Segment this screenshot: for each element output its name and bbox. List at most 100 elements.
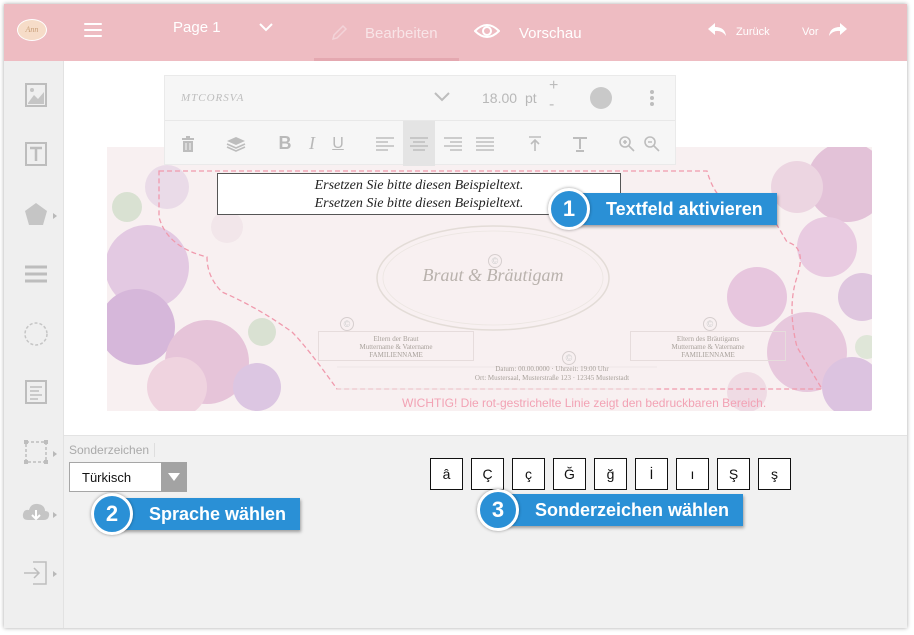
event-place: Ort: Mustersaal, Musterstraße 123 · 1234…	[474, 374, 630, 382]
dropdown-arrow-icon[interactable]	[161, 462, 187, 492]
cloud-submenu-arrow-icon[interactable]	[53, 512, 57, 518]
bride-parents-block[interactable]: Eltern der Braut Muttername & Vatername …	[318, 331, 474, 361]
font-size-unit: pt	[525, 90, 537, 106]
zoom-in-icon	[618, 136, 635, 152]
justify-button[interactable]	[470, 121, 500, 166]
lines-tool-icon[interactable]	[19, 259, 53, 289]
callout-number: 1	[548, 188, 590, 230]
align-tool-icon[interactable]	[19, 378, 53, 408]
layers-icon	[226, 136, 246, 152]
select-submenu-arrow-icon[interactable]	[53, 451, 57, 457]
image-tool-icon[interactable]	[19, 81, 53, 111]
bold-button[interactable]: B	[270, 121, 300, 166]
char-button[interactable]: İ	[635, 458, 668, 490]
callout-activate-textfield: 1 Textfeld aktivieren	[548, 188, 777, 230]
bride-parents-names: Muttername & Vatername	[359, 343, 433, 351]
eye-icon	[474, 24, 500, 38]
align-right-icon	[444, 136, 462, 151]
more-options-icon[interactable]	[650, 90, 654, 106]
zoom-in-button[interactable]	[613, 121, 639, 166]
char-button[interactable]: Ş	[717, 458, 750, 490]
top-bar: Ann Page 1 Bearbeiten Vorschau Zurück Vo…	[4, 4, 907, 61]
special-characters-panel: Sonderzeichen Türkisch â Ç ç Ğ ğ İ ı Ş ş	[64, 435, 907, 628]
menu-icon[interactable]	[84, 23, 102, 37]
copyright-mark: ©	[562, 351, 576, 365]
callout-number: 2	[91, 493, 133, 535]
shape-submenu-arrow-icon[interactable]	[53, 213, 57, 219]
groom-parents-title: Eltern des Bräutigams	[676, 335, 740, 343]
chevron-down-icon[interactable]	[433, 90, 451, 104]
text-color-picker[interactable]	[590, 87, 612, 109]
tab-edit[interactable]: Bearbeiten	[314, 4, 459, 61]
char-button[interactable]: ç	[512, 458, 545, 490]
select-frame-icon[interactable]	[19, 438, 53, 468]
delete-button[interactable]	[173, 121, 203, 166]
tool-sidebar	[4, 61, 64, 628]
bride-parents-family: FAMILIENNAME	[369, 351, 423, 359]
char-button[interactable]: â	[430, 458, 463, 490]
font-size-increase-button[interactable]: +	[549, 77, 558, 95]
char-button[interactable]: Ç	[471, 458, 504, 490]
groom-parents-family: FAMILIENNAME	[681, 351, 735, 359]
groom-parents-names: Muttername & Vatername	[671, 343, 745, 351]
align-left-button[interactable]	[370, 121, 400, 166]
align-center-icon	[410, 136, 428, 151]
char-button[interactable]: ı	[676, 458, 709, 490]
text-toolbar: MTCORSVA 18.00 pt + - B I U	[164, 75, 676, 166]
trash-icon	[182, 135, 194, 152]
bride-groom-text[interactable]: Braut & Bräutigam	[377, 237, 609, 319]
align-right-button[interactable]	[438, 121, 468, 166]
exit-icon[interactable]	[19, 558, 53, 588]
pencil-icon	[331, 24, 348, 41]
brand-logo[interactable]: Ann	[17, 19, 47, 41]
tab-edit-label: Bearbeiten	[365, 25, 438, 42]
undo-arrow-icon	[708, 23, 726, 36]
callout-label: Sprache wählen	[149, 504, 287, 524]
callout-label: Sonderzeichen wählen	[535, 500, 730, 520]
language-select[interactable]: Türkisch	[69, 462, 187, 492]
vertical-align-top-button[interactable]	[520, 121, 550, 166]
font-size-value[interactable]: 18.00	[482, 90, 517, 106]
bride-parents-title: Eltern der Braut	[373, 335, 419, 343]
undo-label: Zurück	[736, 26, 770, 38]
align-top-icon	[529, 135, 541, 151]
cloud-download-icon[interactable]	[19, 498, 53, 528]
font-family-select[interactable]: MTCORSVA	[181, 92, 244, 104]
copyright-mark: ©	[340, 317, 354, 331]
align-center-button[interactable]	[403, 121, 435, 166]
underline-button[interactable]: U	[323, 121, 353, 166]
text-tool-icon[interactable]	[19, 140, 53, 170]
circle-frame-icon[interactable]	[19, 319, 53, 349]
copyright-mark: ©	[703, 317, 717, 331]
event-details-block[interactable]: Datum: 00.00.0000 · Uhrzeit: 19:00 Uhr O…	[407, 365, 697, 383]
justify-icon	[476, 136, 494, 151]
align-left-icon	[376, 136, 394, 151]
invitation-card[interactable]: Ersetzen Sie bitte diesen Beispieltext. …	[107, 147, 872, 411]
callout-choose-language: 2 Sprache wählen	[91, 493, 301, 535]
bride-groom-label: Braut & Bräutigam	[422, 265, 564, 285]
toolbar-row-format: B I U	[165, 120, 675, 166]
chevron-down-icon[interactable]	[257, 18, 275, 36]
page-selector-label[interactable]: Page 1	[173, 19, 221, 36]
toolbar-row-font: MTCORSVA 18.00 pt + -	[165, 76, 675, 120]
zoom-out-button[interactable]	[638, 121, 664, 166]
text-size-button[interactable]	[565, 121, 595, 166]
callout-label: Textfeld aktivieren	[606, 199, 763, 219]
tab-preview-label: Vorschau	[519, 25, 582, 42]
redo-arrow-icon	[829, 23, 847, 36]
callout-number: 3	[477, 489, 519, 531]
text-size-icon	[573, 136, 587, 152]
editor-window: Ann Page 1 Bearbeiten Vorschau Zurück Vo…	[4, 4, 907, 628]
char-button[interactable]: ğ	[594, 458, 627, 490]
language-select-value: Türkisch	[82, 470, 132, 485]
font-size-decrease-button[interactable]: -	[549, 96, 554, 114]
zoom-out-icon	[643, 136, 660, 152]
shape-tool-icon[interactable]	[19, 200, 53, 230]
callout-choose-special-char: 3 Sonderzeichen wählen	[477, 489, 744, 531]
layers-button[interactable]	[221, 121, 251, 166]
char-button[interactable]: ş	[758, 458, 791, 490]
groom-parents-block[interactable]: Eltern des Bräutigams Muttername & Vater…	[630, 331, 786, 361]
exit-submenu-arrow-icon[interactable]	[53, 571, 57, 577]
char-button[interactable]: Ğ	[553, 458, 586, 490]
event-date: Datum: 00.00.0000 · Uhrzeit: 19:00 Uhr	[495, 365, 609, 373]
